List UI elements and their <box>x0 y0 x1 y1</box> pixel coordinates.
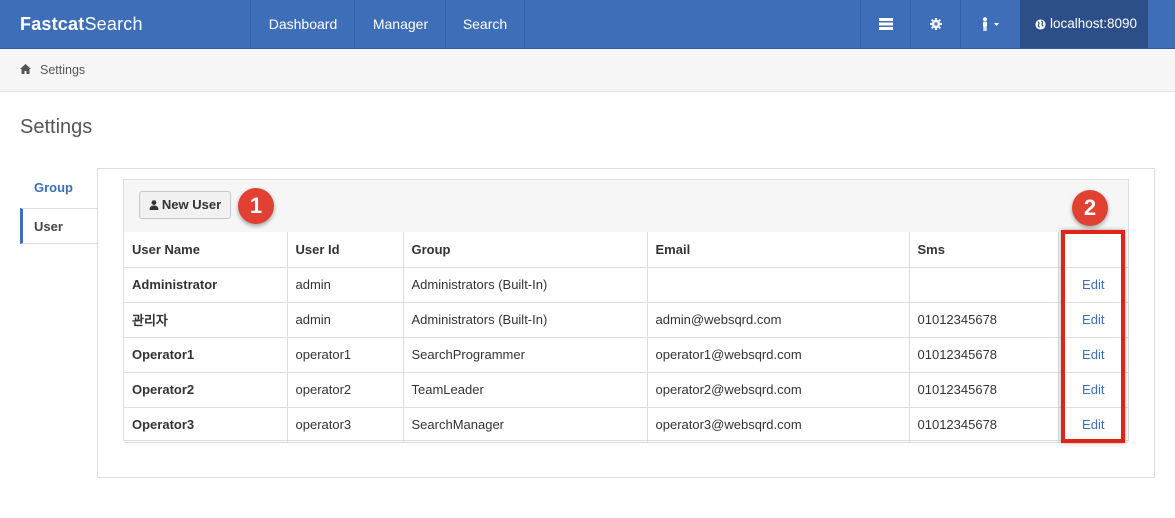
user-menu-button[interactable] <box>960 0 1021 48</box>
cell-group: Administrators (Built-In) <box>403 302 648 338</box>
breadcrumb-current: Settings <box>40 63 86 77</box>
cell-sms <box>909 267 1059 303</box>
home-icon[interactable] <box>20 64 31 74</box>
cell-group: SearchProgrammer <box>403 337 648 373</box>
table-row: Operator2 operator2 TeamLeader operator2… <box>124 372 1128 408</box>
column-header-group: Group <box>403 232 648 268</box>
cell-email: operator3@websqrd.com <box>647 407 910 443</box>
table-row: Operator1 operator1 SearchProgrammer ope… <box>124 337 1128 373</box>
cell-user-id: operator2 <box>287 372 404 408</box>
edit-column-highlight <box>1061 230 1125 443</box>
brand-logo[interactable]: FastcatSearch <box>20 0 143 48</box>
cell-user-name: 관리자 <box>124 302 288 338</box>
nav-search[interactable]: Search <box>445 0 525 48</box>
table-row: Administrator admin Administrators (Buil… <box>124 267 1128 303</box>
cell-sms: 01012345678 <box>909 337 1059 373</box>
column-header-user-id: User Id <box>287 232 404 268</box>
cell-user-name: Operator3 <box>124 407 288 443</box>
cell-user-id: operator3 <box>287 407 404 443</box>
brand-name-bold: Fastcat <box>20 14 85 34</box>
cell-user-id: operator1 <box>287 337 404 373</box>
cell-email <box>647 267 910 303</box>
table-header-row: User Name User Id Group Email Sms <box>124 232 1128 268</box>
cell-group: SearchManager <box>403 407 648 443</box>
nav-dashboard[interactable]: Dashboard <box>250 0 355 48</box>
nav-manager[interactable]: Manager <box>354 0 446 48</box>
tab-group[interactable]: Group <box>20 170 98 206</box>
page-title: Settings <box>20 116 93 138</box>
annotation-marker-1: 1 <box>238 188 274 224</box>
table-row: Operator3 operator3 SearchManager operat… <box>124 407 1128 443</box>
table-row: 관리자 admin Administrators (Built-In) admi… <box>124 302 1128 338</box>
list-menu-button[interactable] <box>860 0 911 48</box>
user-icon <box>149 200 159 210</box>
host-indicator[interactable]: localhost:8090 <box>1020 0 1148 48</box>
cell-email: admin@websqrd.com <box>647 302 910 338</box>
host-label: localhost:8090 <box>1050 16 1138 31</box>
new-user-button[interactable]: New User <box>139 191 231 219</box>
cell-sms: 01012345678 <box>909 302 1059 338</box>
user-dropdown-icon <box>983 17 999 31</box>
top-navbar: FastcatSearch Dashboard Manager Search l… <box>0 0 1175 49</box>
cell-group: TeamLeader <box>403 372 648 408</box>
annotation-marker-2: 2 <box>1072 190 1108 226</box>
users-table: User Name User Id Group Email Sms Admini… <box>124 232 1128 443</box>
breadcrumb: Settings <box>0 49 1175 92</box>
cell-user-name: Operator1 <box>124 337 288 373</box>
column-header-user-name: User Name <box>124 232 288 268</box>
cell-user-id: admin <box>287 302 404 338</box>
settings-button[interactable] <box>910 0 961 48</box>
column-header-sms: Sms <box>909 232 1059 268</box>
cell-sms: 01012345678 <box>909 372 1059 408</box>
list-icon <box>879 18 893 30</box>
brand-name-rest: Search <box>84 14 143 34</box>
gear-icon <box>930 18 942 30</box>
cell-sms: 01012345678 <box>909 407 1059 443</box>
cell-user-id: admin <box>287 267 404 303</box>
column-header-email: Email <box>647 232 910 268</box>
cell-email: operator2@websqrd.com <box>647 372 910 408</box>
tab-user[interactable]: User <box>20 208 98 244</box>
globe-icon <box>1035 19 1046 30</box>
cell-user-name: Operator2 <box>124 372 288 408</box>
cell-user-name: Administrator <box>124 267 288 303</box>
users-panel-header <box>124 180 1128 233</box>
cell-email: operator1@websqrd.com <box>647 337 910 373</box>
cell-group: Administrators (Built-In) <box>403 267 648 303</box>
new-user-label: New User <box>161 197 222 212</box>
